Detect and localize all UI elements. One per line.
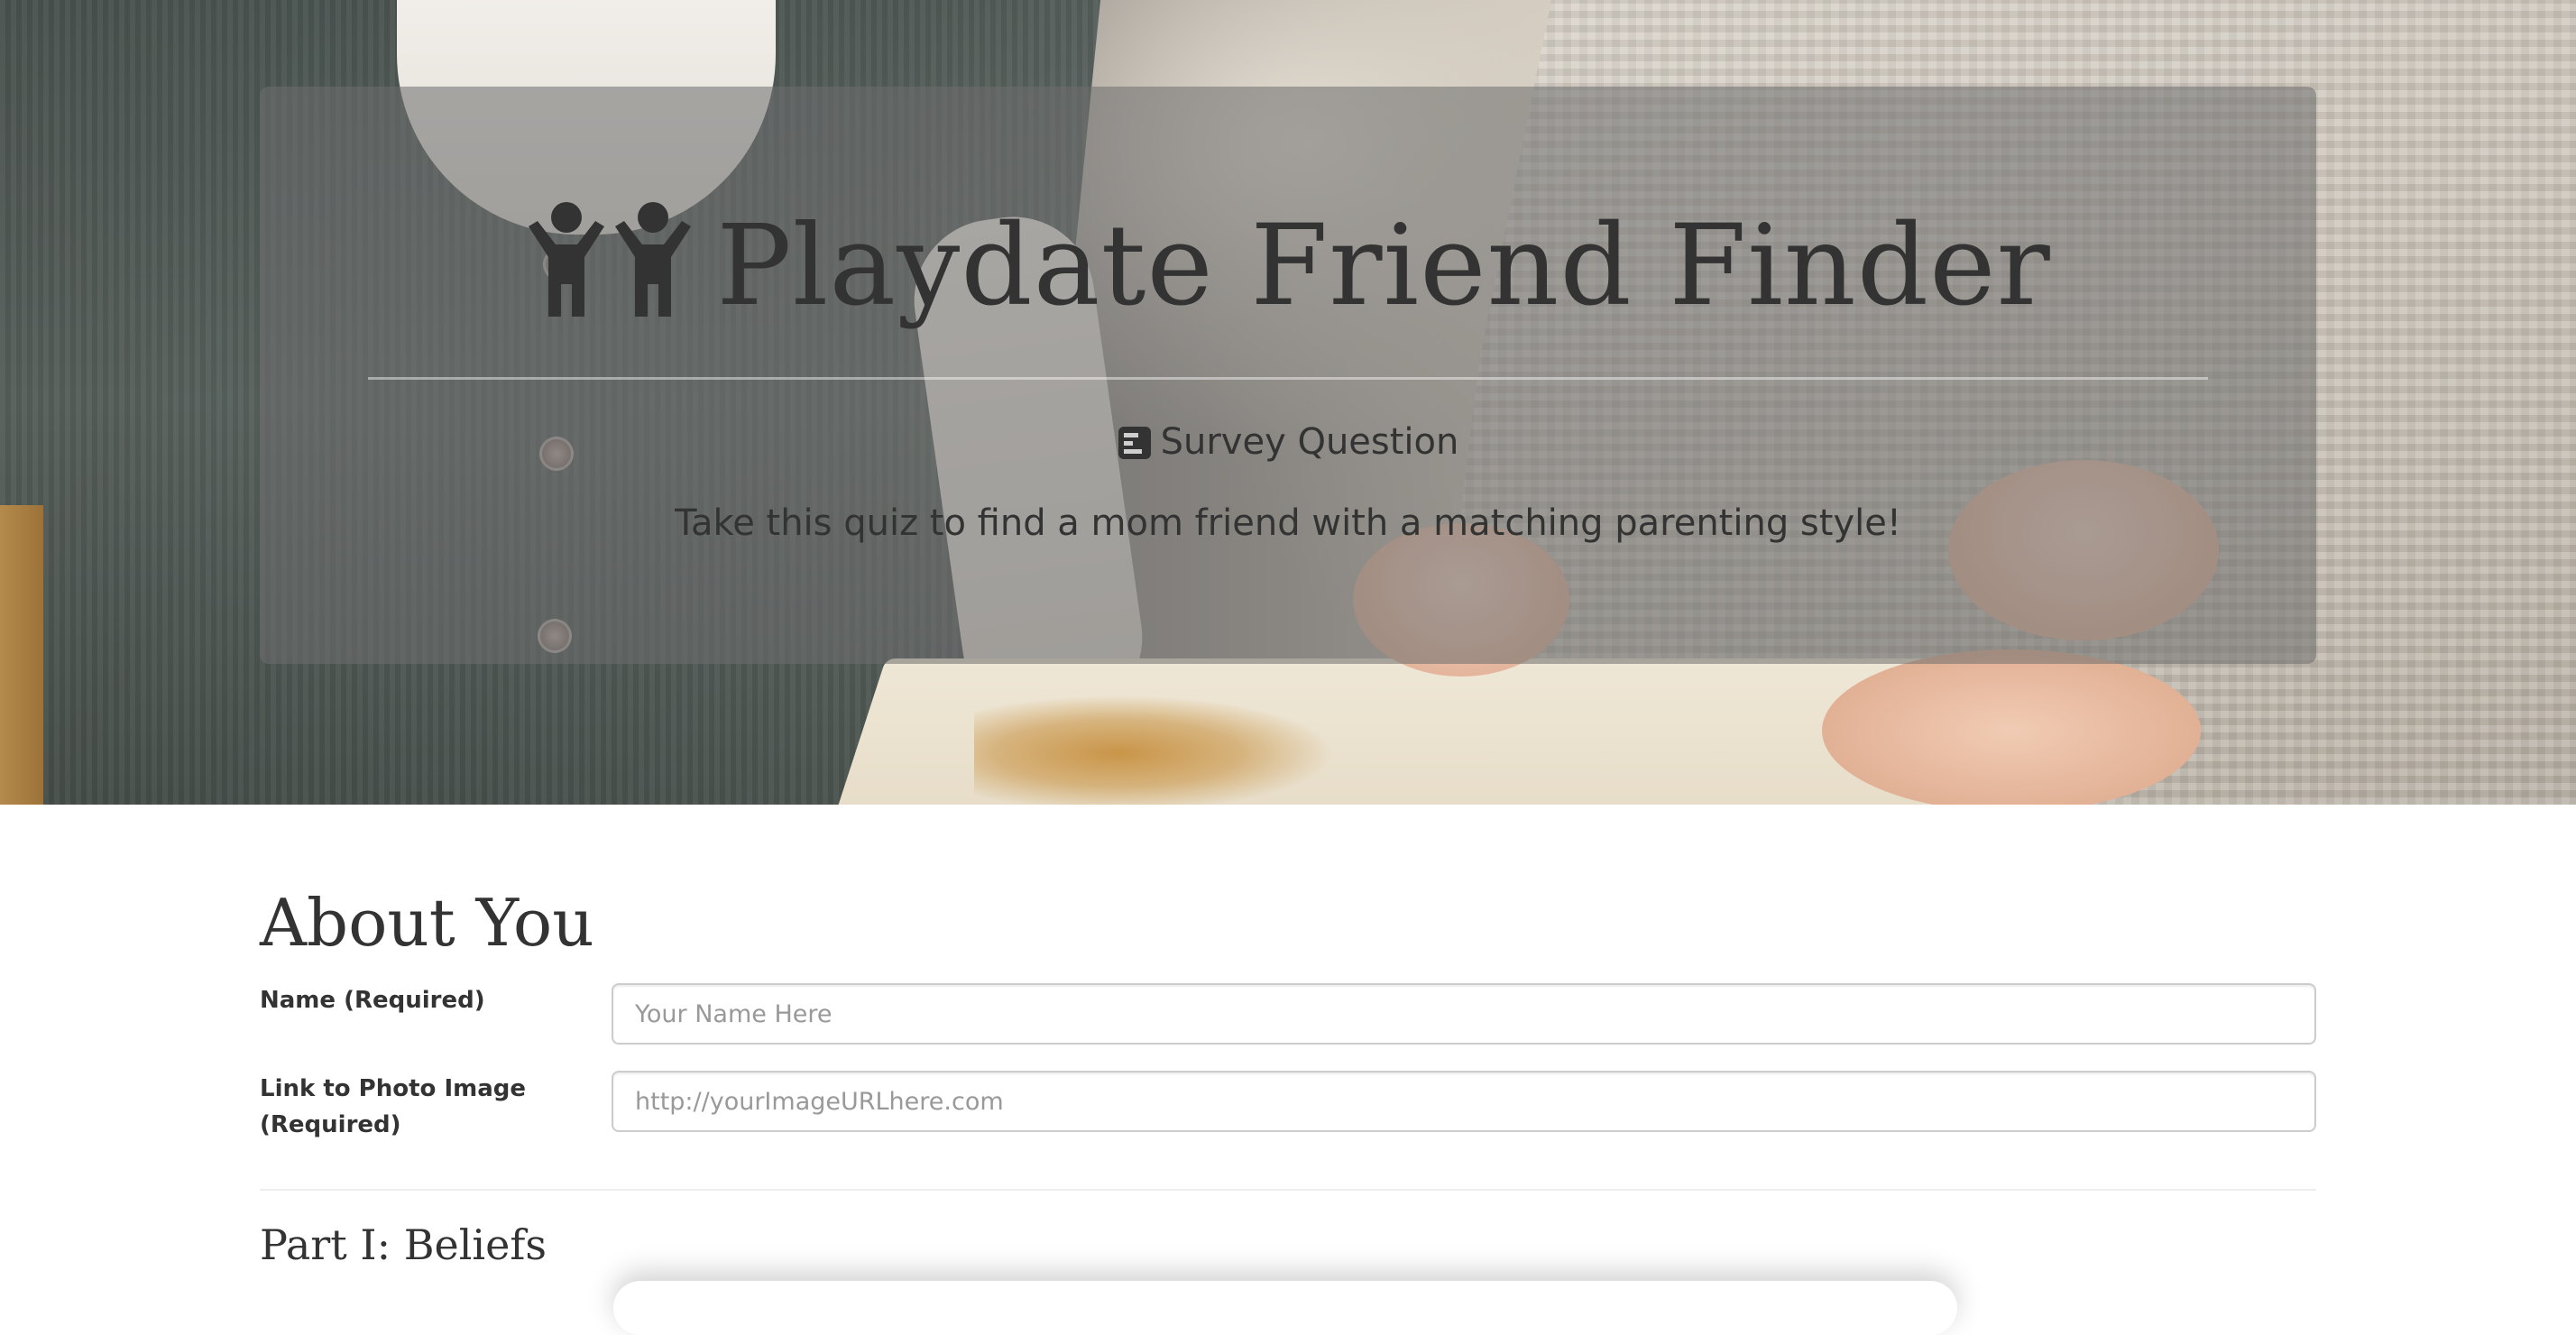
survey-icon [1118,423,1152,459]
about-you-heading: About You [260,885,594,961]
part-1-heading: Part I: Beliefs [260,1220,547,1269]
hero-photo-chair [0,505,43,805]
photo-link-input[interactable] [612,1071,2316,1132]
question-dropdown-shadow [613,1281,1957,1335]
form-divider [260,1189,2316,1191]
hero-panel [260,87,2316,664]
survey-subheading: Survey Question [0,417,2576,467]
page-title: Playdate Friend Finder [0,189,2576,334]
page-title-text: Playdate Friend Finder [716,201,2051,331]
name-input[interactable] [612,983,2316,1045]
hero-jumbotron: Playdate Friend Finder Survey Question T… [0,0,2576,805]
child-icon [525,201,696,318]
hero-photo-book-illustration [974,695,1335,805]
photo-link-label: Link to Photo Image (Required) [260,1075,527,1138]
name-label: Name (Required) [260,987,485,1014]
hero-divider [368,377,2208,380]
survey-subheading-text: Survey Question [1160,421,1459,463]
hero-photo-hand [1822,649,2201,805]
hero-lead-text: Take this quiz to find a mom friend with… [675,502,1901,544]
